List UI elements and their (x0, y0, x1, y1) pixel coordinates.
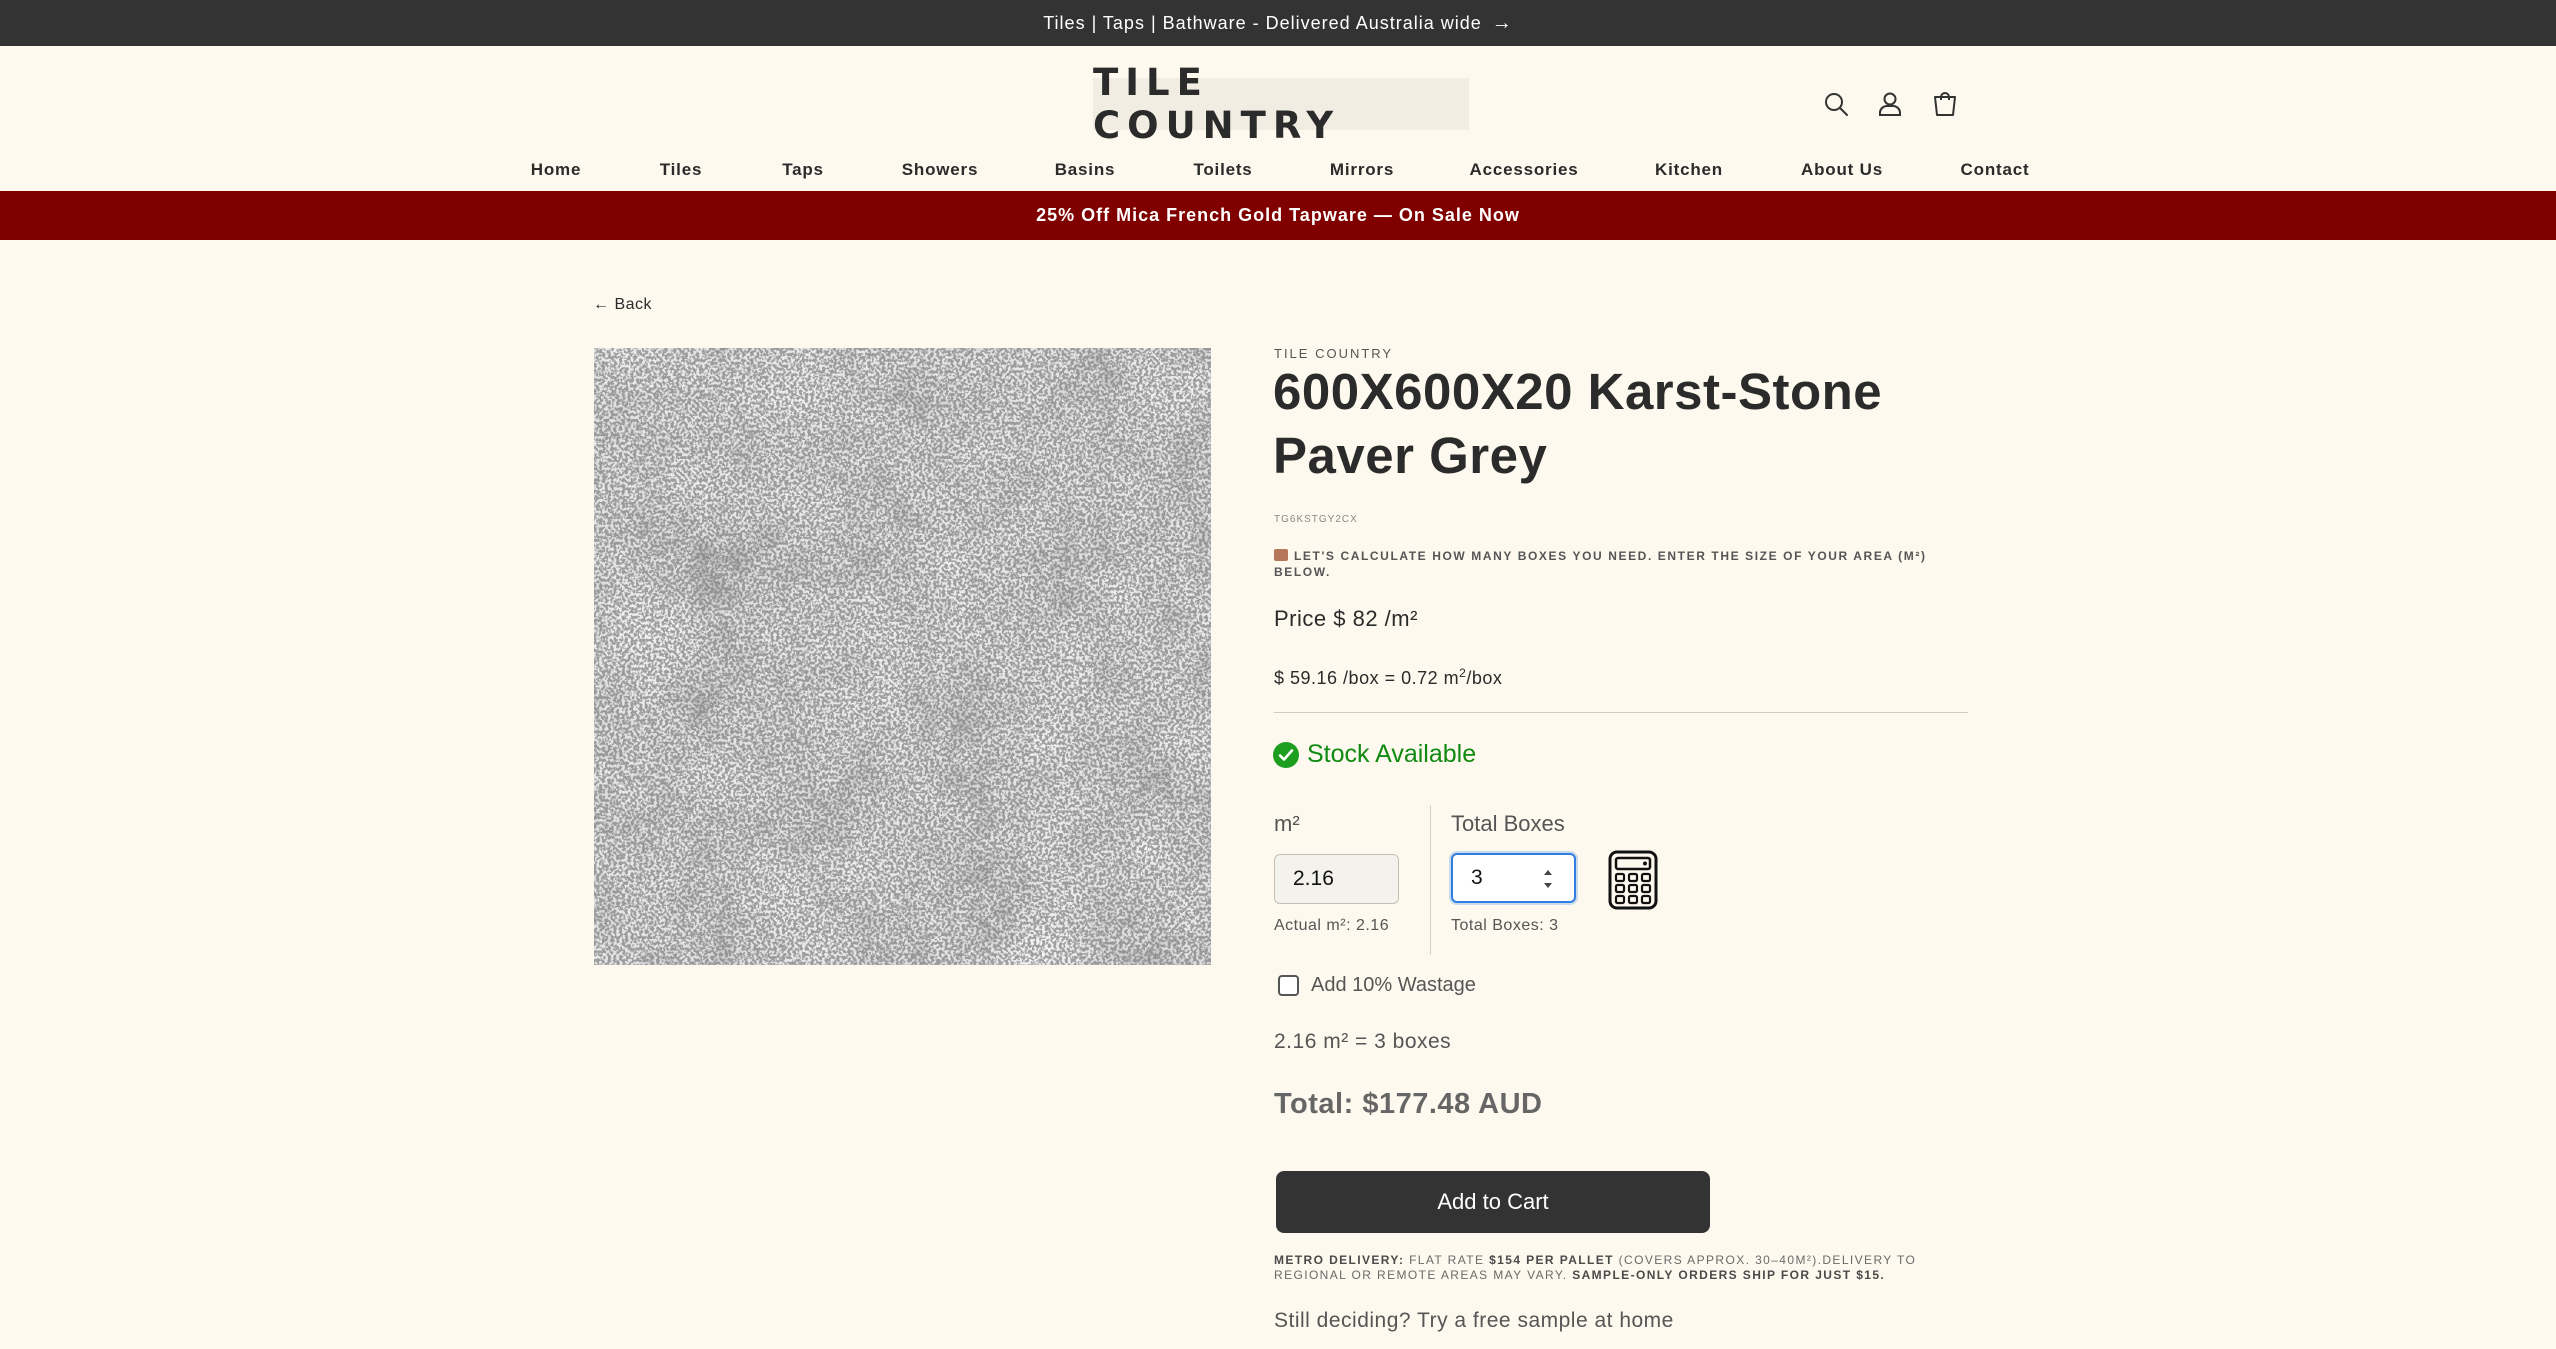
sample-shipping-note: SAMPLE-ONLY ORDERS SHIP FOR JUST $15. (1572, 1268, 1886, 1282)
nav-item-toilets[interactable]: Toilets (1193, 160, 1252, 180)
product-vendor: TILE COUNTRY (1274, 346, 1394, 361)
back-link[interactable]: ← Back (593, 296, 652, 314)
product-title: 600X600X20 Karst-Stone Paver Grey (1273, 363, 1883, 484)
nav-item-about-us[interactable]: About Us (1801, 160, 1883, 180)
main-nav: Home Tiles Taps Showers Basins Toilets M… (0, 152, 2556, 188)
calculation-summary: 2.16 m² = 3 boxes (1274, 1030, 1452, 1053)
logo[interactable]: TILE COUNTRY (1093, 61, 1469, 147)
total-boxes-text: Total Boxes: 3 (1451, 917, 1559, 934)
calculator-icon[interactable] (1608, 850, 1658, 910)
nav-item-contact[interactable]: Contact (1961, 160, 2030, 180)
check-circle-icon (1273, 741, 1299, 768)
total-boxes-input[interactable] (1451, 853, 1576, 903)
nav-item-kitchen[interactable]: Kitchen (1655, 160, 1723, 180)
stepper-up-icon[interactable] (1544, 870, 1552, 875)
number-stepper[interactable] (1542, 870, 1554, 888)
wastage-label: Add 10% Wastage (1311, 974, 1476, 996)
nav-item-home[interactable]: Home (531, 160, 581, 180)
wastage-checkbox[interactable] (1278, 975, 1299, 996)
nav-item-taps[interactable]: Taps (782, 160, 824, 180)
total-boxes-label: Total Boxes (1451, 811, 1565, 836)
m2-label: m² (1274, 811, 1300, 836)
nav-item-accessories[interactable]: Accessories (1470, 160, 1579, 180)
add-to-cart-button[interactable]: Add to Cart (1276, 1171, 1710, 1233)
delivery-rate: $154 PER PALLET (1489, 1253, 1614, 1267)
delivery-info: METRO DELIVERY: FLAT RATE $154 PER PALLE… (1274, 1253, 1984, 1283)
product-image[interactable] (594, 348, 1211, 965)
delivery-text-1: FLAT RATE (1404, 1253, 1490, 1267)
total-price: Total: $177.48 AUD (1274, 1088, 1543, 1120)
actual-m2-text: Actual m²: 2.16 (1274, 917, 1390, 934)
calculator-instructions-text: LET'S CALCULATE HOW MANY BOXES YOU NEED.… (1274, 549, 1927, 579)
search-icon[interactable] (1818, 86, 1854, 122)
price-per-box-prefix: $ 59.16 /box = 0.72 m (1274, 668, 1460, 688)
price-per-box-suffix: /box (1466, 668, 1503, 688)
product-sku: TG6KSTGY2CX (1274, 514, 1358, 525)
divider (1274, 712, 1968, 713)
calculator-divider (1430, 805, 1431, 955)
promo-text: 25% Off Mica French Gold Tapware — On Sa… (1036, 205, 1520, 225)
free-sample-link[interactable]: Still deciding? Try a free sample at hom… (1274, 1309, 1674, 1333)
announcement-text: Tiles | Taps | Bathware - Delivered Aust… (1043, 12, 1482, 33)
stock-text: Stock Available (1307, 740, 1477, 768)
stone-texture-image (594, 348, 1211, 965)
delivery-label: METRO DELIVERY: (1274, 1253, 1405, 1267)
promo-banner[interactable]: 25% Off Mica French Gold Tapware — On Sa… (0, 191, 2556, 240)
nav-item-mirrors[interactable]: Mirrors (1330, 160, 1394, 180)
price-per-box: $ 59.16 /box = 0.72 m2/box (1274, 666, 1502, 689)
nav-item-showers[interactable]: Showers (902, 160, 978, 180)
stock-status: Stock Available (1273, 740, 1476, 769)
stepper-down-icon[interactable] (1544, 883, 1552, 888)
price-per-m2: Price $ 82 /m² (1274, 606, 1418, 631)
package-icon (1274, 549, 1288, 561)
wastage-option[interactable]: Add 10% Wastage (1278, 974, 1476, 997)
account-icon[interactable] (1872, 86, 1908, 122)
nav-item-basins[interactable]: Basins (1055, 160, 1116, 180)
nav-item-tiles[interactable]: Tiles (660, 160, 702, 180)
m2-input[interactable] (1274, 854, 1399, 904)
arrow-right-icon: → (1491, 11, 1513, 34)
cart-icon[interactable] (1927, 86, 1963, 122)
announcement-bar[interactable]: Tiles | Taps | Bathware - Delivered Aust… (0, 0, 2556, 46)
calculator-instructions: LET'S CALCULATE HOW MANY BOXES YOU NEED.… (1274, 548, 1974, 580)
